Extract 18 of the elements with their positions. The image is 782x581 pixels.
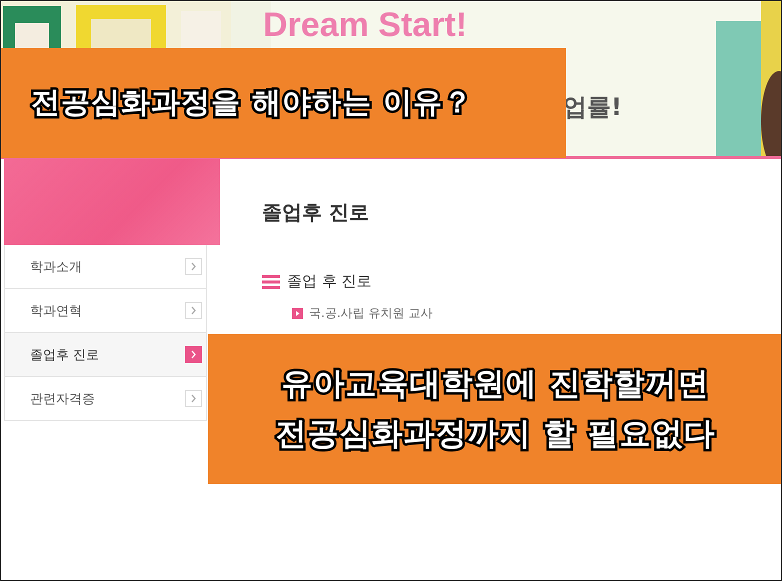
sidebar-item[interactable]: 학과연혁 [4, 289, 207, 333]
sidebar-item[interactable]: 학과소개 [4, 245, 207, 289]
chevron-icon [185, 346, 202, 363]
chevron-icon [185, 302, 202, 319]
chevron-icon [185, 390, 202, 407]
caption-text: 전공심화과정까지 할 필요없다 [276, 415, 716, 454]
section-heading: 졸업 후 진로 [287, 272, 372, 291]
bullet-icon [292, 308, 303, 319]
caption-text: 유아교육대학원에 진학할꺼면 [282, 365, 710, 404]
career-item: 국.공.사립 유치원 교사 [309, 305, 432, 322]
sidebar-item[interactable]: 졸업후 진로 [4, 333, 207, 377]
banner-subtitle: 업률! [563, 92, 622, 123]
sidebar-item[interactable]: 관련자격증 [4, 377, 207, 421]
page-title: 졸업후 진로 [262, 199, 370, 226]
banner-title: Dream Start! [263, 5, 468, 45]
chevron-icon [185, 258, 202, 275]
menu-lines-icon [262, 274, 280, 288]
caption-text: 전공심화과정을 해야하는 이유？ [31, 84, 474, 121]
